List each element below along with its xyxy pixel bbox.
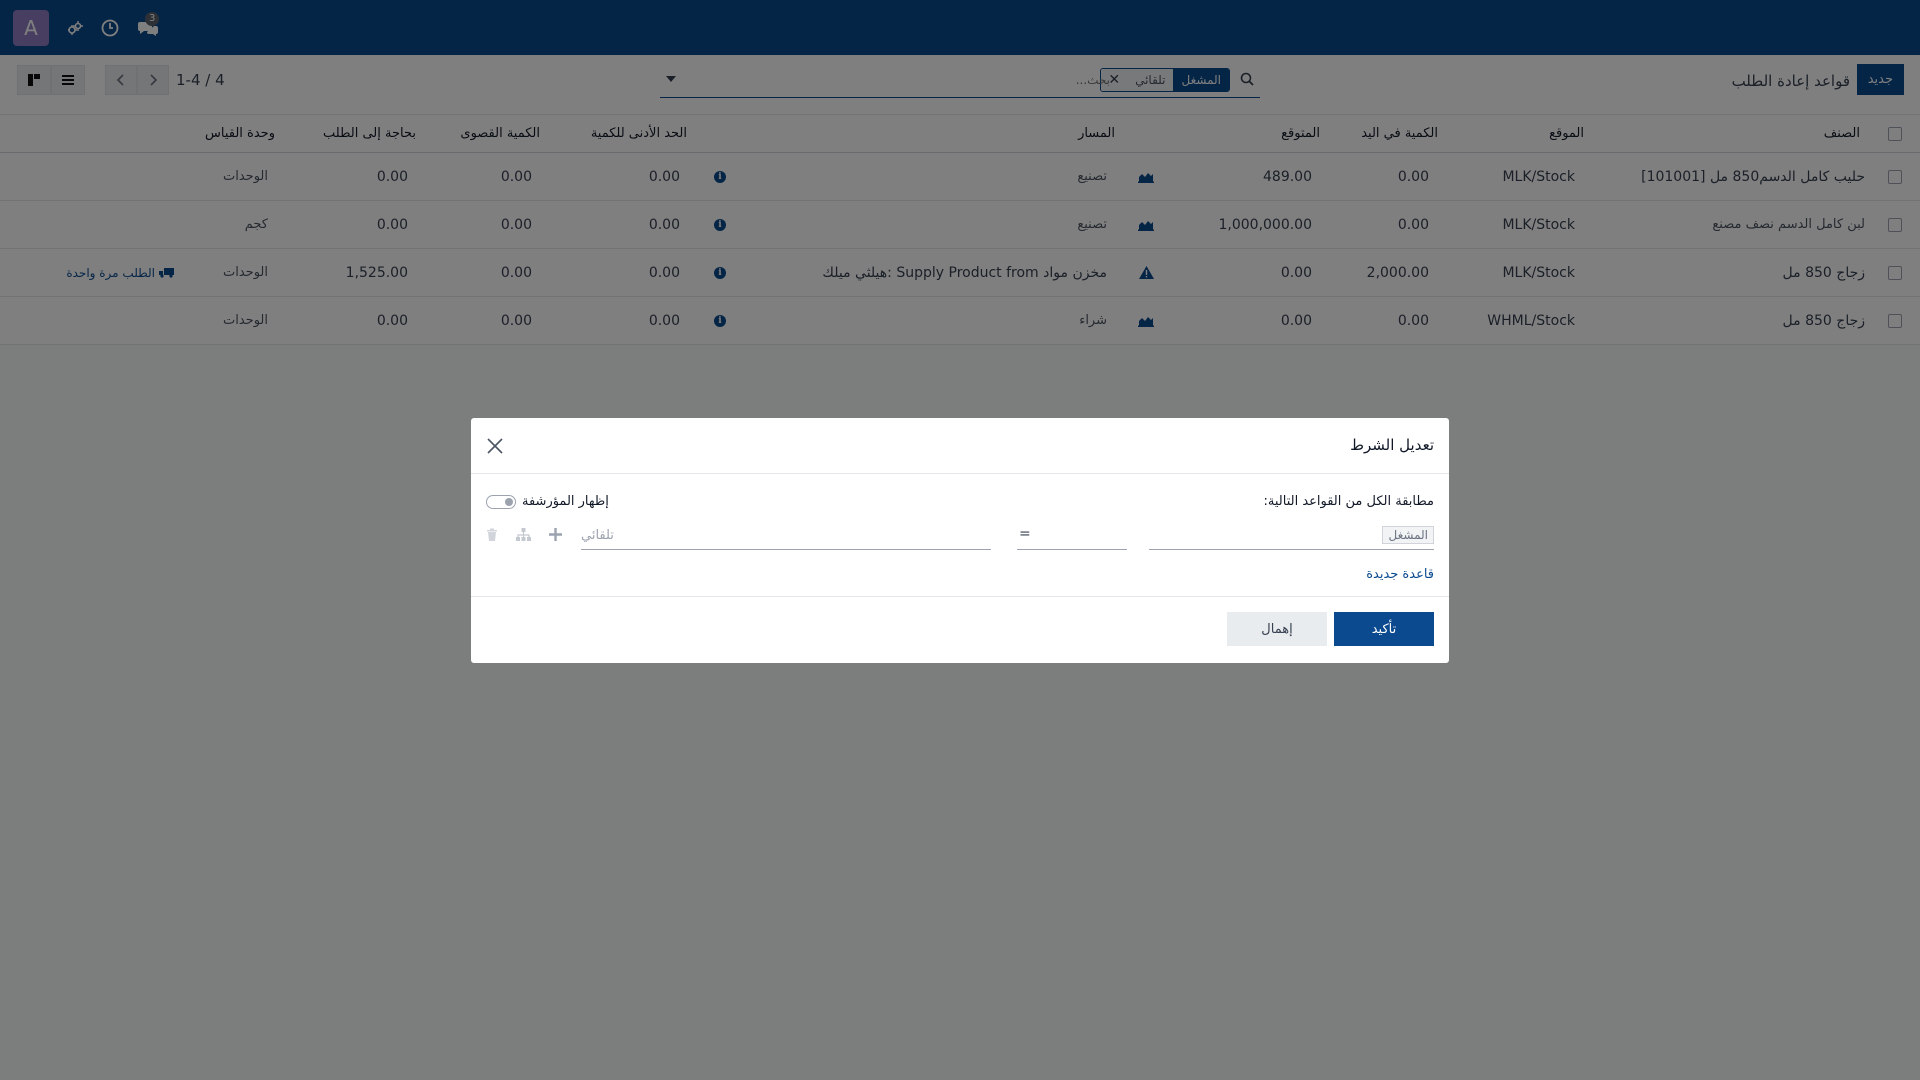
rule-operator-select[interactable]: = (1017, 524, 1127, 550)
modal-header: تعديل الشرط (471, 418, 1449, 474)
rule-value-input[interactable]: تلقائي (581, 524, 991, 550)
discard-button[interactable]: إهمال (1227, 612, 1327, 646)
edit-condition-dialog: تعديل الشرط مطابقة الكل من القواعد التال… (471, 418, 1449, 663)
archived-switch[interactable] (486, 494, 516, 509)
confirm-button[interactable]: تأكيد (1334, 612, 1434, 646)
show-archived-label: إظهار المؤرشفة (522, 494, 609, 509)
rule-value-text: تلقائي (581, 528, 614, 543)
match-all-text: مطابقة الكل من القواعد التالية: (1263, 494, 1435, 509)
show-archived-toggle[interactable]: إظهار المؤرشفة (486, 494, 609, 509)
modal-body: مطابقة الكل من القواعد التالية: إظهار ال… (471, 474, 1449, 597)
add-rule-icon[interactable] (549, 528, 562, 546)
rule-field-tag: المشغل (1382, 526, 1434, 544)
rule-operator-text: = (1019, 526, 1031, 542)
modal-title: تعديل الشرط (1350, 436, 1434, 454)
delete-rule-icon[interactable] (486, 528, 498, 546)
rule-actions (486, 528, 562, 546)
modal-footer: تأكيد إهمال (471, 597, 1449, 663)
new-rule-link[interactable]: قاعدة جديدة (1366, 567, 1434, 582)
add-branch-icon[interactable] (516, 528, 531, 546)
rule-field-selector[interactable]: المشغل (1149, 524, 1434, 550)
close-icon[interactable] (484, 435, 506, 457)
